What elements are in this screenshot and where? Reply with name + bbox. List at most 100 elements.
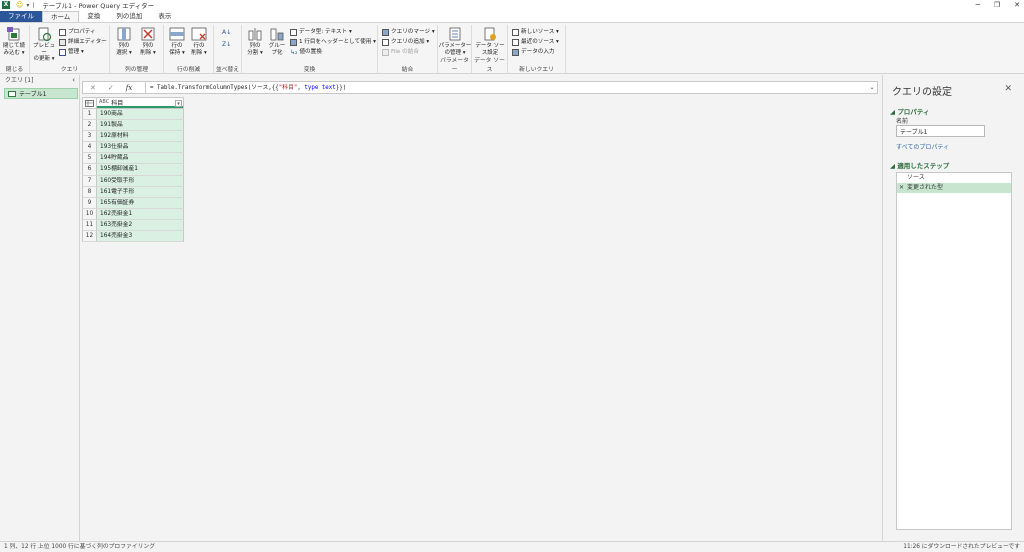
parameters-group: パラメーター の管理 ▾ パラメーター — [438, 25, 472, 73]
choose-columns-button[interactable]: 列の 選択 ▾ — [113, 27, 135, 56]
preview-refresh-label-1: プレビュー — [33, 43, 56, 56]
close-and-load-button[interactable]: 閉じて読 み込む ▾ — [3, 27, 25, 56]
query-item[interactable]: テーブル1 — [4, 88, 78, 99]
append-queries-button[interactable]: クエリの追加 ▾ — [382, 38, 429, 47]
smiley-icon[interactable]: ☺ — [16, 1, 23, 9]
formula-input[interactable]: = Table.TransformColumnTypes(ソース,{{"科目",… — [145, 82, 867, 93]
table-cell[interactable]: 191製品 — [97, 120, 183, 131]
merge-queries-button[interactable]: クエリのマージ ▾ — [382, 28, 435, 37]
preview-refresh-label-2: の更新 ▾ — [33, 56, 55, 62]
table-cell[interactable]: 161電子手形 — [97, 186, 183, 197]
manage-parameters-button[interactable]: パラメーター の管理 ▾ — [438, 27, 472, 56]
group-by-button[interactable]: グルー プ化 — [266, 27, 288, 56]
table-cell[interactable]: 165有価証券 — [97, 197, 183, 208]
data-grid: ABC 科目 ▾ 1 190商品 2 191製品 3 192原材料 4 193仕掛品 5 194貯… — [82, 97, 184, 243]
query-name-input[interactable] — [896, 125, 985, 137]
sort-ascending-button[interactable]: A↓ — [222, 28, 231, 37]
collapse-icon[interactable]: ‹ — [72, 75, 75, 86]
step-changed-type[interactable]: ✕ 変更された型 — [897, 183, 1011, 193]
tab-view[interactable]: 表示 — [150, 11, 179, 22]
properties-section-header[interactable]: ◢ プロパティ — [890, 106, 929, 116]
applied-steps-header[interactable]: ◢ 適用したステップ — [890, 160, 949, 170]
minimize-button[interactable]: ─ — [976, 1, 980, 9]
new-source-button[interactable]: 新しいソース ▾ — [512, 28, 559, 37]
properties-button[interactable]: プロパティ — [59, 28, 96, 37]
table-cell[interactable]: 190商品 — [97, 109, 183, 120]
tab-transform[interactable]: 変換 — [79, 11, 108, 22]
column-header[interactable]: ABC 科目 ▾ — [97, 98, 183, 108]
row-number[interactable]: 6 — [83, 164, 97, 175]
manage-button[interactable]: 管理 ▾ — [59, 48, 84, 57]
table-cell[interactable]: 162売掛金1 — [97, 208, 183, 219]
step-source[interactable]: ソース — [897, 173, 1011, 183]
settings-title: クエリの設定 — [892, 87, 952, 98]
table-row[interactable]: 7 160受取手形 — [82, 175, 184, 187]
enter-data-button[interactable]: データの入力 — [512, 48, 555, 57]
table-cell[interactable]: 195棚卸減産1 — [97, 164, 183, 175]
commit-formula-icon[interactable]: ✓ — [108, 84, 114, 92]
table-row[interactable]: 12 164売掛金3 — [82, 231, 184, 243]
remove-rows-button[interactable]: 行の 削除 ▾ — [188, 27, 210, 56]
column-type-icon[interactable]: ABC — [99, 99, 109, 105]
split-column-button[interactable]: 列の 分割 ▾ — [244, 27, 266, 56]
row-number[interactable]: 10 — [83, 208, 97, 219]
data-type-dropdown[interactable]: データ型: テキスト ▾ — [290, 28, 352, 37]
table-cell[interactable]: 192原材料 — [97, 131, 183, 142]
row-number[interactable]: 7 — [83, 175, 97, 186]
table-row[interactable]: 8 161電子手形 — [82, 186, 184, 198]
table-row[interactable]: 9 165有価証券 — [82, 197, 184, 209]
excel-icon[interactable]: X — [2, 1, 10, 9]
tab-file[interactable]: ファイル — [0, 11, 42, 22]
row-number[interactable]: 12 — [83, 231, 97, 242]
column-filter-dropdown[interactable]: ▾ — [175, 100, 182, 107]
settings-close-icon[interactable]: ✕ — [1004, 84, 1012, 94]
table-row[interactable]: 3 192原材料 — [82, 131, 184, 143]
table-row[interactable]: 4 193仕掛品 — [82, 142, 184, 154]
combine-files-button[interactable]: File の結合 — [382, 48, 419, 57]
keep-rows-button[interactable]: 行の 保持 ▾ — [166, 27, 188, 56]
profiling-status[interactable]: 上位 1000 行に基づく列のプロファイリング — [38, 542, 155, 552]
close-window-button[interactable]: ✕ — [1014, 1, 1020, 9]
quick-access-dropdown-icon[interactable]: ▾ — [26, 2, 29, 9]
row-number[interactable]: 2 — [83, 120, 97, 131]
row-number[interactable]: 4 — [83, 142, 97, 153]
table-menu-button[interactable] — [83, 98, 97, 108]
tab-home[interactable]: ホーム — [42, 11, 80, 22]
table-row[interactable]: 6 195棚卸減産1 — [82, 164, 184, 176]
table-cell[interactable]: 163売掛金2 — [97, 219, 183, 231]
recent-sources-button[interactable]: 最近のソース ▾ — [512, 38, 559, 47]
row-number[interactable]: 8 — [83, 186, 97, 197]
data-source-settings-button[interactable]: データ ソー ス設定 — [474, 27, 506, 56]
table-cell[interactable]: 193仕掛品 — [97, 142, 183, 153]
restore-button[interactable]: ❐ — [994, 1, 1000, 9]
row-number[interactable]: 1 — [83, 109, 97, 120]
table-cell[interactable]: 194貯蔵品 — [97, 153, 183, 164]
table-row[interactable]: 1 190商品 — [82, 109, 184, 121]
tab-add-column[interactable]: 列の追加 — [108, 11, 150, 22]
table-row[interactable]: 10 162売掛金1 — [82, 208, 184, 220]
all-properties-link[interactable]: すべてのプロパティ — [896, 142, 949, 151]
row-number[interactable]: 5 — [83, 153, 97, 164]
first-row-header-button[interactable]: 1 行目をヘッダーとして使用 ▾ — [290, 38, 376, 47]
sort-descending-button[interactable]: Z↓ — [222, 40, 231, 49]
row-number[interactable]: 11 — [83, 219, 97, 231]
table-cell[interactable]: 160受取手形 — [97, 175, 183, 186]
cancel-formula-icon[interactable]: ✕ — [90, 84, 96, 92]
ribbon-tabs: ファイル ホーム 変換 列の追加 表示 — [0, 10, 1024, 22]
table-row[interactable]: 11 163売掛金2 — [82, 219, 184, 232]
remove-columns-button[interactable]: 列の 削除 ▾ — [137, 27, 159, 56]
table-row[interactable]: 5 194貯蔵品 — [82, 153, 184, 165]
preview-refresh-button[interactable]: プレビュー の更新 ▾ — [33, 27, 55, 63]
table-cell[interactable]: 164売掛金3 — [97, 231, 183, 242]
delete-step-icon[interactable]: ✕ — [899, 183, 904, 193]
new-source-label: 新しいソース ▾ — [521, 29, 559, 35]
table-row[interactable]: 2 191製品 — [82, 120, 184, 132]
row-number[interactable]: 9 — [83, 197, 97, 208]
replace-values-button[interactable]: ↳₂ 値の置換 — [290, 48, 322, 57]
data-type-icon — [290, 29, 297, 36]
advanced-editor-button[interactable]: 詳細エディター — [59, 38, 107, 47]
query-group: プレビュー の更新 ▾ プロパティ 詳細エディター 管理 ▾ クエリ — [30, 25, 110, 73]
row-number[interactable]: 3 — [83, 131, 97, 142]
expand-formula-icon[interactable]: ⌄ — [867, 84, 877, 91]
fx-icon[interactable]: fx — [126, 84, 133, 92]
